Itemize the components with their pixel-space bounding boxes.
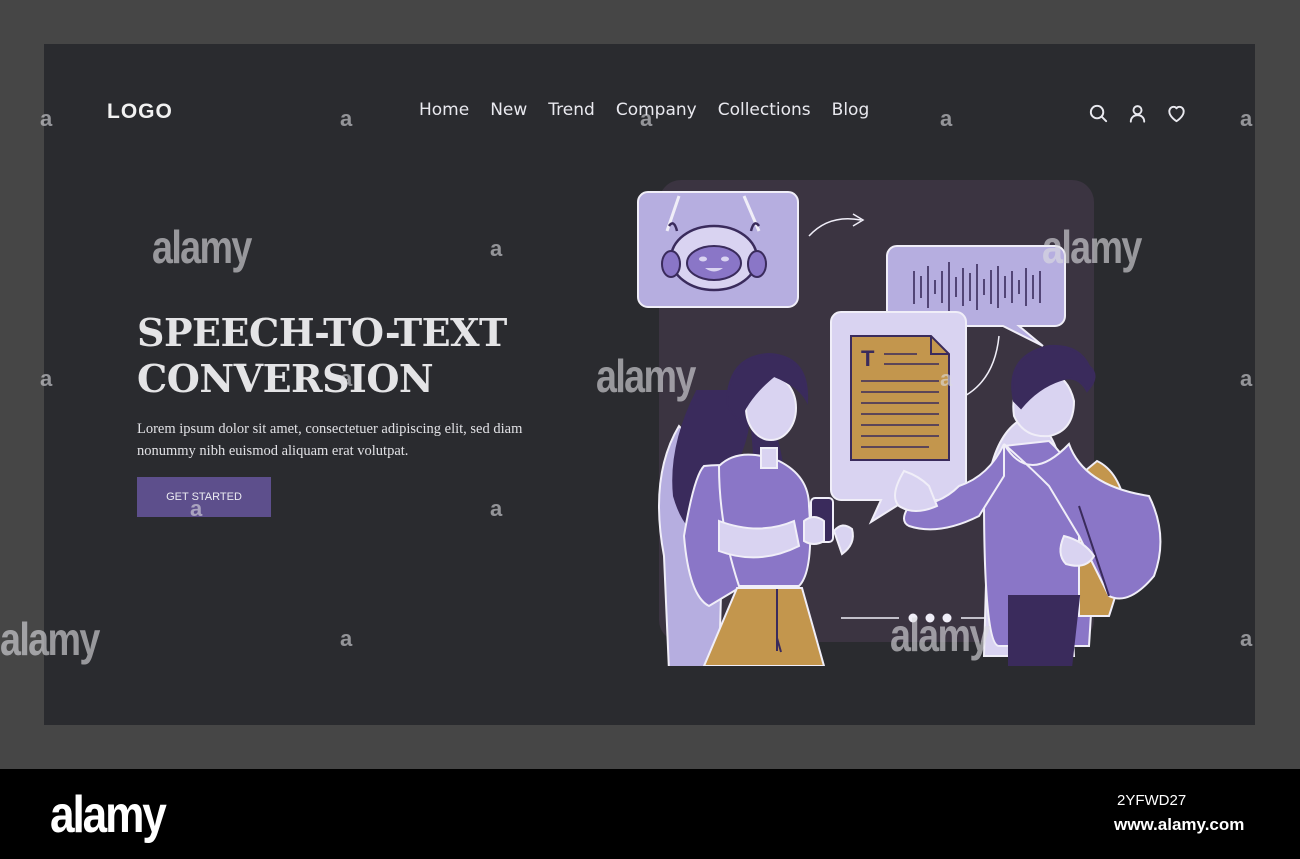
watermark-text: alamy xyxy=(0,613,100,665)
watermark-mark: a xyxy=(340,106,353,131)
watermark-mark: a xyxy=(940,106,953,131)
hero-description: Lorem ipsum dolor sit amet, consectetuer… xyxy=(137,421,523,459)
watermark-mark: a xyxy=(40,106,53,131)
footer-url: www.alamy.com xyxy=(1114,815,1245,834)
landing-page-frame: LOGO Home New Trend Company Collections … xyxy=(44,44,1255,725)
watermark-mark: a xyxy=(40,366,53,391)
watermark-mark: a xyxy=(190,496,203,521)
document-letter: T xyxy=(861,346,875,371)
watermark-mark: a xyxy=(340,626,353,651)
watermark-mark: a xyxy=(490,236,503,261)
nav-collections[interactable]: Collections xyxy=(718,100,811,120)
robot-bubble xyxy=(637,191,799,308)
watermark-mark: a xyxy=(1240,626,1253,651)
watermark-mark: a xyxy=(490,496,503,521)
watermark-text: alamy xyxy=(596,350,696,402)
search-icon[interactable] xyxy=(1087,102,1110,125)
watermark-mark: a xyxy=(940,366,953,391)
nav-trend[interactable]: Trend xyxy=(548,100,595,120)
footer-image-id: 2YFWD27 xyxy=(1117,792,1187,809)
nav-blog[interactable]: Blog xyxy=(832,100,870,120)
watermark-text: alamy xyxy=(152,221,252,273)
watermark-text: alamy xyxy=(890,609,990,661)
site-logo[interactable]: LOGO xyxy=(107,100,173,124)
watermark-text: alamy xyxy=(1042,221,1142,273)
nav-home[interactable]: Home xyxy=(419,100,469,120)
watermark-mark: a xyxy=(340,366,353,391)
watermark-mark: a xyxy=(1240,366,1253,391)
user-icon[interactable] xyxy=(1126,102,1149,125)
nav-new[interactable]: New xyxy=(490,100,527,120)
footer-brand-logo: alamy xyxy=(50,786,167,844)
get-started-button[interactable]: GET STARTED xyxy=(137,477,271,517)
header-icons xyxy=(1087,102,1188,125)
watermark-mark: a xyxy=(640,106,653,131)
stock-footer: alamy 2YFWD27 www.alamy.com xyxy=(0,769,1300,859)
watermark-mark: a xyxy=(1240,106,1253,131)
nav-company[interactable]: Company xyxy=(616,100,697,120)
heart-icon[interactable] xyxy=(1165,102,1188,125)
